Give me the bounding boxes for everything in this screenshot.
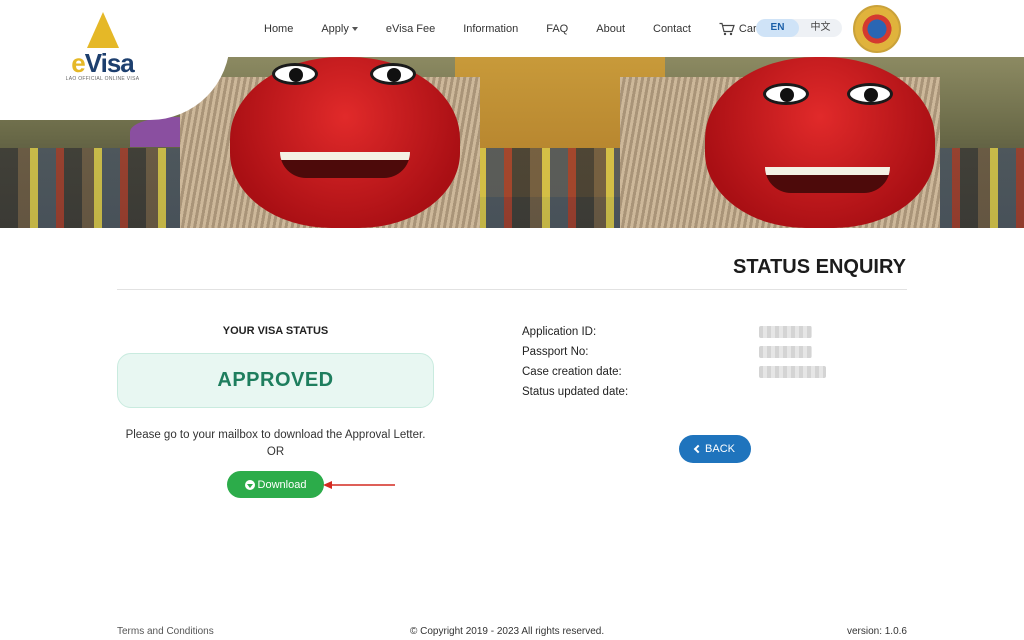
red-mask-left: [230, 57, 460, 228]
red-mask-right: [705, 57, 935, 228]
main-nav: Home Apply eVisa Fee Information FAQ Abo…: [250, 0, 774, 57]
logo-text: Visa: [84, 48, 135, 78]
status-or-text: OR: [266, 446, 285, 458]
mask-eye: [847, 83, 893, 105]
logo-prefix: e: [71, 48, 86, 78]
language-switcher: EN 中文: [756, 19, 842, 37]
nav-apply[interactable]: Apply: [307, 23, 372, 35]
version-text: version: 1.0.6: [846, 626, 907, 637]
field-application-id-label: Application ID:: [522, 326, 597, 338]
mask-mouth: [280, 152, 410, 178]
redacted-passport-no: [759, 346, 812, 358]
mask-eye: [370, 63, 416, 85]
chevron-left-icon: [693, 444, 703, 454]
annotation-arrow-icon: [323, 481, 395, 489]
terms-link[interactable]: Terms and Conditions: [117, 626, 214, 637]
caret-down-icon: [351, 26, 358, 31]
redacted-application-id: [759, 326, 812, 338]
status-value: APPROVED: [217, 369, 334, 391]
back-label: BACK: [705, 443, 735, 455]
nav-faq[interactable]: FAQ: [532, 23, 582, 35]
nav-about[interactable]: About: [582, 23, 639, 35]
field-status-updated-date-label: Status updated date:: [522, 386, 629, 398]
nav-contact[interactable]: Contact: [639, 23, 705, 35]
evisa-logo[interactable]: eVisa LAO OFFICIAL ONLINE VISA: [55, 12, 150, 97]
nav-information[interactable]: Information: [449, 23, 532, 35]
download-label: Download: [257, 478, 307, 491]
status-note-text: Please go to your mailbox to download th…: [125, 429, 426, 441]
cart-icon: [719, 22, 735, 35]
copyright-text: © Copyright 2019 - 2023 All rights reser…: [410, 626, 605, 637]
field-passport-no-label: Passport No:: [522, 346, 589, 358]
nav-evisa-fee[interactable]: eVisa Fee: [372, 23, 449, 35]
lang-zh[interactable]: 中文: [799, 19, 842, 37]
logo-wordmark: eVisa: [55, 50, 150, 76]
redacted-case-creation-date: [759, 366, 826, 378]
nav-apply-label: Apply: [321, 22, 349, 35]
visa-status-heading: YOUR VISA STATUS: [222, 325, 329, 337]
mask-eye: [272, 63, 318, 85]
status-badge: APPROVED: [117, 353, 434, 408]
status-note: Please go to your mailbox to download th…: [100, 427, 451, 461]
field-case-creation-date-label: Case creation date:: [522, 366, 622, 378]
stupa-icon: [86, 12, 119, 48]
mask-mouth: [765, 167, 890, 193]
lang-en[interactable]: EN: [756, 19, 799, 37]
title-divider: [117, 289, 907, 290]
download-button[interactable]: Download: [227, 471, 324, 498]
logo-subtitle: LAO OFFICIAL ONLINE VISA: [65, 76, 140, 82]
download-icon: [244, 479, 255, 490]
mask-eye: [763, 83, 809, 105]
back-button[interactable]: BACK: [679, 435, 751, 463]
page-title: STATUS ENQUIRY: [733, 256, 906, 278]
nav-home[interactable]: Home: [250, 23, 307, 35]
application-details: Application ID: Passport No: Case creati…: [522, 325, 628, 405]
national-emblem-icon: [853, 5, 901, 53]
